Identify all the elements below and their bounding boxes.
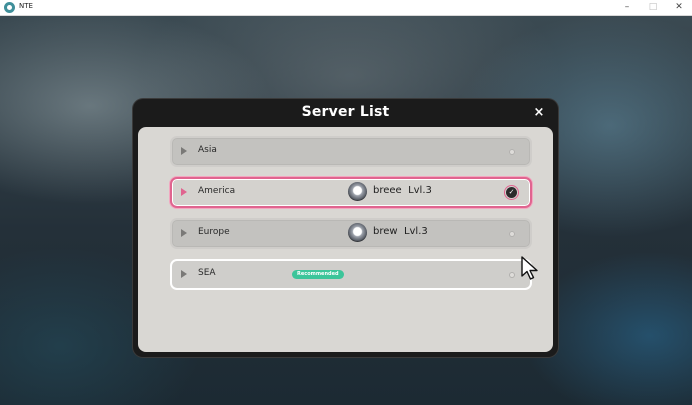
- window-titlebar: NTE – □ ✕: [0, 0, 692, 16]
- recommended-badge: Recommended: [292, 270, 344, 279]
- mouse-cursor-icon: [521, 256, 538, 280]
- maximize-button[interactable]: □: [640, 1, 666, 14]
- check-circle-icon: ✓: [504, 185, 519, 200]
- window-close-button[interactable]: ✕: [666, 1, 692, 14]
- close-button[interactable]: ×: [530, 104, 548, 122]
- character-level: Lvl.3: [403, 226, 428, 237]
- character-level: Lvl.3: [408, 185, 432, 196]
- minimize-button[interactable]: –: [614, 1, 640, 14]
- character-avatar-icon: [348, 223, 367, 242]
- server-name: Asia: [198, 145, 217, 155]
- server-name: Europe: [198, 227, 230, 237]
- dialog-title: Server List: [301, 104, 390, 120]
- play-triangle-icon: [181, 147, 187, 155]
- server-row-asia[interactable]: Asia: [170, 136, 532, 167]
- play-triangle-icon: [181, 188, 187, 196]
- radio-dot-icon: [509, 272, 515, 278]
- app-icon: [4, 2, 15, 13]
- play-triangle-icon: [181, 270, 187, 278]
- character-avatar-icon: [348, 182, 367, 201]
- server-name: SEA: [198, 268, 216, 278]
- server-row-sea[interactable]: SEA Recommended: [170, 259, 532, 290]
- character-name: brew: [373, 226, 398, 237]
- radio-dot-icon: [509, 149, 515, 155]
- character-name: breee: [373, 185, 402, 196]
- server-list-dialog: Server List × Asia America breee Lvl.3 ✓…: [133, 99, 558, 357]
- server-row-europe[interactable]: Europe brew Lvl.3: [170, 218, 532, 249]
- character-info: breee Lvl.3: [373, 185, 432, 196]
- server-name: America: [198, 186, 236, 196]
- window-title: NTE: [19, 2, 33, 10]
- server-list-panel: Asia America breee Lvl.3 ✓ Europe brew L…: [138, 127, 553, 352]
- character-info: brew Lvl.3: [373, 226, 428, 237]
- play-triangle-icon: [181, 229, 187, 237]
- server-row-america[interactable]: America breee Lvl.3 ✓: [170, 177, 532, 208]
- radio-dot-icon: [509, 231, 515, 237]
